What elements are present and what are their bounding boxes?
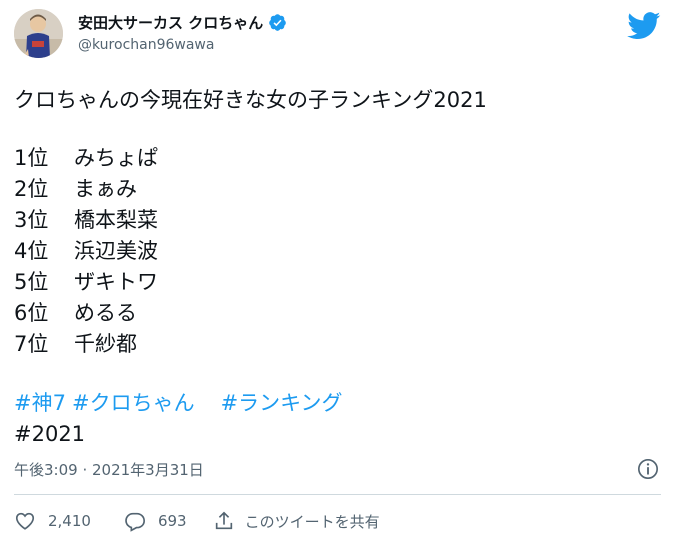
reply-button[interactable]: 693 xyxy=(124,510,187,532)
share-button[interactable]: このツイートを共有 xyxy=(213,510,380,532)
rank-name: まぁみ xyxy=(74,177,137,201)
hashtag-row: #神7 #クロちゃん #ランキング xyxy=(14,388,343,419)
ranking-item: 2位 まぁみ xyxy=(14,174,158,205)
rank-name: 橋本梨菜 xyxy=(74,208,158,232)
tweet-title-line: クロちゃんの今現在好きな女の子ランキング2021 xyxy=(14,88,487,112)
tweet-timestamp[interactable]: 午後3:09 · 2021年3月31日 xyxy=(14,459,204,480)
ranking-item: 1位 みちょぱ xyxy=(14,143,158,174)
rank-position: 6位 xyxy=(14,301,49,325)
rank-name: 千紗都 xyxy=(74,332,137,356)
tweet-card: 安田大サーカス クロちゃん @kurochan96wawa クロちゃんの今現在好… xyxy=(0,0,673,537)
display-name[interactable]: 安田大サーカス クロちゃん xyxy=(78,12,263,33)
twitter-bird-icon[interactable] xyxy=(627,12,661,40)
rank-name: ザキトワ xyxy=(74,270,158,294)
heart-icon xyxy=(15,512,35,530)
rank-name: 浜辺美波 xyxy=(74,239,158,263)
rank-position: 7位 xyxy=(14,332,49,356)
hashtag-link-kami7[interactable]: #神7 xyxy=(14,391,66,415)
tweet-last-line: #2021 xyxy=(14,422,86,446)
user-handle[interactable]: @kurochan96wawa xyxy=(78,37,214,53)
rank-position: 4位 xyxy=(14,239,49,263)
ranking-item: 6位 めるる xyxy=(14,298,158,329)
share-label: このツイートを共有 xyxy=(244,512,380,531)
rank-name: めるる xyxy=(74,301,137,325)
action-bar: 2,410 693 このツイートを共有 xyxy=(14,509,380,533)
ranking-item: 7位 千紗都 xyxy=(14,329,158,360)
ranking-item: 4位 浜辺美波 xyxy=(14,236,158,267)
rank-name: みちょぱ xyxy=(74,146,158,170)
share-icon xyxy=(215,511,232,530)
verified-badge-icon xyxy=(269,14,287,31)
rank-position: 2位 xyxy=(14,177,49,201)
display-name-row[interactable]: 安田大サーカス クロちゃん xyxy=(78,12,287,33)
reply-count: 693 xyxy=(157,512,187,530)
info-icon[interactable] xyxy=(637,458,659,480)
avatar[interactable] xyxy=(14,9,63,58)
divider xyxy=(14,494,661,495)
reply-bubble-icon xyxy=(125,512,145,532)
rank-position: 3位 xyxy=(14,208,49,232)
ranking-item: 3位 橋本梨菜 xyxy=(14,205,158,236)
hashtag-block: #神7 #クロちゃん #ランキング #2021 xyxy=(14,388,343,450)
like-count: 2,410 xyxy=(48,512,91,530)
rank-position: 5位 xyxy=(14,270,49,294)
hashtag-link-kurochan[interactable]: #クロちゃん xyxy=(72,391,195,415)
hashtag-link-ranking[interactable]: #ランキング xyxy=(221,391,343,415)
ranking-list: 1位 みちょぱ 2位 まぁみ 3位 橋本梨菜 4位 浜辺美波 5位 ザキトワ 6… xyxy=(14,143,158,360)
ranking-item: 5位 ザキトワ xyxy=(14,267,158,298)
rank-position: 1位 xyxy=(14,146,49,170)
like-button[interactable]: 2,410 xyxy=(14,510,91,532)
